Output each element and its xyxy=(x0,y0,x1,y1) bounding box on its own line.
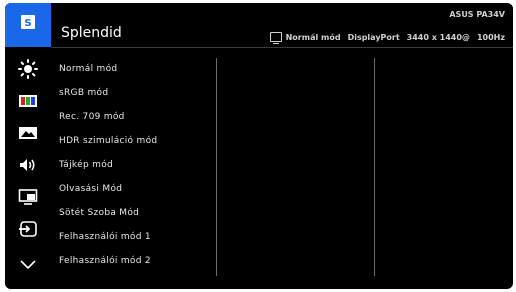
list-item[interactable]: Olvasási Mód xyxy=(59,179,219,199)
header: Splendid ASUS PA34V Normál mód DisplayPo… xyxy=(51,3,513,47)
header-divider xyxy=(51,47,513,48)
column-divider xyxy=(374,58,375,276)
current-mode: Normál mód xyxy=(285,32,341,42)
refresh-rate: 100Hz xyxy=(476,32,505,42)
input-source: DisplayPort xyxy=(347,32,400,42)
list-item[interactable]: Sötét Szoba Mód xyxy=(59,203,219,223)
list-item[interactable]: HDR szimuláció mód xyxy=(59,131,219,151)
list-item[interactable]: Felhasználói mód 2 xyxy=(59,251,219,271)
sidebar-item-more[interactable] xyxy=(13,251,43,277)
list-item[interactable]: Felhasználói mód 1 xyxy=(59,227,219,247)
sidebar-item-sound[interactable] xyxy=(13,152,43,178)
status-line: Normál mód DisplayPort 3440 x 1440@ 100H… xyxy=(269,32,505,44)
sidebar-item-splendid[interactable]: S xyxy=(5,3,51,47)
sidebar-item-pip[interactable] xyxy=(13,184,43,210)
svg-text:S: S xyxy=(24,18,31,29)
input-select-icon xyxy=(19,221,37,237)
sidebar-item-color[interactable] xyxy=(13,88,43,114)
sound-icon xyxy=(20,159,35,171)
list-item[interactable]: Rec. 709 mód xyxy=(59,107,219,127)
list-item[interactable]: sRGB mód xyxy=(59,83,219,103)
sidebar: S xyxy=(5,3,51,289)
osd-menu: S Splendid ASUS PA34V Normál mód Display… xyxy=(5,3,513,289)
list-item[interactable]: Tájkép mód xyxy=(59,155,219,175)
image-icon xyxy=(19,127,37,139)
model-name: ASUS PA34V xyxy=(449,10,505,19)
list-item[interactable]: Normál mód xyxy=(59,59,219,79)
sidebar-item-input-select[interactable] xyxy=(13,216,43,242)
splendid-icon: S xyxy=(21,15,35,29)
brightness-icon xyxy=(18,59,38,79)
sidebar-item-brightness[interactable] xyxy=(13,56,43,82)
monitor-icon xyxy=(269,32,282,44)
color-icon xyxy=(19,95,37,107)
page-title: Splendid xyxy=(61,25,122,41)
chevron-down-icon xyxy=(20,260,36,270)
sidebar-item-image[interactable] xyxy=(13,120,43,146)
pip-icon xyxy=(18,189,38,205)
resolution: 3440 x 1440@ xyxy=(406,32,470,42)
